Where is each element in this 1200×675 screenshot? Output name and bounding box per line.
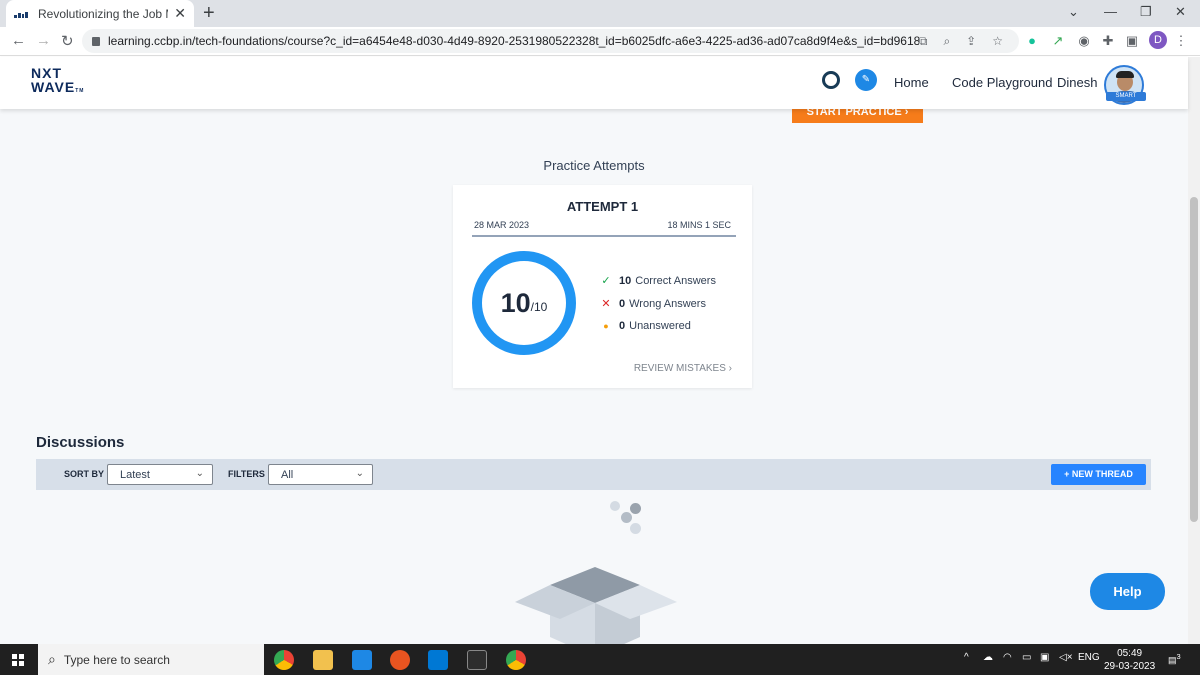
- extensions-puzzle-icon[interactable]: ✚: [1100, 33, 1116, 49]
- nav-home[interactable]: Home: [894, 75, 929, 90]
- attempt-duration: 18 MINS 1 SEC: [667, 220, 731, 230]
- wifi-icon[interactable]: ◠: [1003, 652, 1012, 663]
- review-mistakes-link[interactable]: REVIEW MISTAKES ›: [634, 363, 732, 374]
- lock-icon: [92, 36, 100, 46]
- divider: [472, 235, 736, 237]
- loading-spinner-icon: [608, 499, 648, 539]
- practice-attempts-title: Practice Attempts: [543, 158, 645, 173]
- tray-chevron-icon[interactable]: ^: [964, 652, 969, 663]
- filter-select[interactable]: All ⌄: [268, 464, 373, 485]
- page-scrollbar[interactable]: [1188, 57, 1200, 644]
- correct-answers-row: ✓ 10 Correct Answers: [601, 274, 716, 288]
- attempt-date: 28 MAR 2023: [474, 220, 530, 230]
- discussions-toolbar: SORT BY Latest ⌄ FILTERS All ⌄ + NEW THR…: [36, 459, 1151, 490]
- terminal-icon[interactable]: [467, 650, 487, 670]
- site-favicon-icon: [14, 10, 28, 18]
- discussions-title: Discussions: [36, 434, 125, 451]
- vscode-icon[interactable]: [428, 650, 448, 670]
- browser-profile-avatar[interactable]: D: [1149, 31, 1167, 49]
- cross-icon: ✕: [601, 298, 611, 310]
- share-icon[interactable]: ⇪: [966, 34, 976, 48]
- bookmark-star-icon[interactable]: ☆: [992, 34, 1003, 48]
- browser-menu-icon[interactable]: ⋮: [1173, 33, 1189, 49]
- check-icon: ✓: [601, 275, 611, 287]
- battery-icon[interactable]: ▭: [1022, 652, 1031, 663]
- smart-badge: SMART: [1106, 92, 1146, 101]
- sort-select[interactable]: Latest ⌄: [107, 464, 213, 485]
- user-name[interactable]: Dinesh: [1057, 75, 1097, 90]
- filters-label: FILTERS: [228, 469, 265, 479]
- score-display: 10/10: [500, 287, 548, 318]
- windows-taskbar: ⌕ Type here to search ^ ☁ ◠ ▭ ▣ ◁× ENG 0…: [0, 644, 1200, 675]
- chrome-app-icon[interactable]: [274, 650, 294, 670]
- taskbar-search[interactable]: ⌕ Type here to search: [38, 644, 264, 675]
- url-text[interactable]: learning.ccbp.in/tech-foundations/course…: [108, 34, 919, 48]
- browser-tab-bar: Revolutionizing the Job Market | ✕ + ⌄ —…: [0, 0, 1200, 27]
- zoom-icon[interactable]: ⌕: [943, 34, 950, 49]
- nav-code-playground[interactable]: Code Playground: [952, 75, 1052, 90]
- empty-box-icon: [515, 567, 677, 644]
- file-explorer-icon[interactable]: [313, 650, 333, 670]
- app-header: NXT WAVETM ✎ Home Code Playground Dinesh…: [0, 57, 1188, 109]
- maximize-icon[interactable]: ❐: [1140, 4, 1152, 20]
- grammarly-icon[interactable]: ●: [1024, 33, 1040, 49]
- dot-icon: ●: [603, 321, 609, 331]
- new-tab-icon[interactable]: +: [203, 2, 215, 25]
- chevron-down-icon: ⌄: [195, 468, 204, 479]
- chat-icon[interactable]: ✎: [855, 69, 877, 91]
- minimize-icon[interactable]: —: [1104, 4, 1117, 19]
- help-button[interactable]: Help: [1090, 573, 1165, 610]
- extension-eye-icon[interactable]: ◉: [1076, 33, 1092, 49]
- unanswered-row: ● 0 Unanswered: [600, 320, 691, 332]
- side-panel-icon[interactable]: ▣: [1124, 33, 1140, 49]
- close-tab-icon[interactable]: ✕: [174, 5, 186, 22]
- taskbar-clock[interactable]: 05:49 29-03-2023: [1104, 647, 1155, 673]
- search-icon: ⌕: [48, 651, 56, 667]
- chevron-down-icon: ⌄: [355, 468, 364, 479]
- cloud-icon[interactable]: ☁: [983, 652, 993, 663]
- url-bar[interactable]: learning.ccbp.in/tech-foundations/course…: [82, 29, 1019, 53]
- scrollbar-thumb[interactable]: [1190, 197, 1198, 522]
- main-content: START PRACTICE › Practice Attempts ATTEM…: [0, 109, 1188, 644]
- browser-tab[interactable]: Revolutionizing the Job Market | ✕: [6, 0, 194, 27]
- extension-arrow-icon[interactable]: ↗: [1050, 33, 1066, 49]
- sort-by-label: SORT BY: [64, 469, 105, 479]
- volume-muted-icon[interactable]: ◁×: [1059, 652, 1073, 663]
- network-icon[interactable]: ▣: [1040, 652, 1049, 663]
- start-practice-button[interactable]: START PRACTICE ›: [792, 109, 923, 123]
- attempt-card: ATTEMPT 1 28 MAR 2023 18 MINS 1 SEC 10/1…: [453, 185, 752, 388]
- reload-icon[interactable]: ↻: [61, 32, 74, 50]
- new-thread-button[interactable]: + NEW THREAD: [1051, 464, 1146, 485]
- language-indicator[interactable]: ENG: [1078, 652, 1100, 663]
- attempt-title: ATTEMPT 1: [566, 199, 639, 214]
- app-window-icon[interactable]: [352, 650, 372, 670]
- windows-start-icon[interactable]: [12, 654, 24, 666]
- timer-icon[interactable]: [822, 71, 840, 89]
- notification-icon[interactable]: ▤3: [1168, 652, 1181, 666]
- address-bar-row: ← → ↻ learning.ccbp.in/tech-foundations/…: [0, 27, 1200, 56]
- tab-title: Revolutionizing the Job Market |: [38, 6, 168, 21]
- close-window-icon[interactable]: ✕: [1175, 4, 1186, 20]
- wrong-answers-row: ✕ 0 Wrong Answers: [601, 297, 706, 311]
- nxtwave-logo[interactable]: NXT WAVETM: [31, 66, 84, 98]
- chrome-profile-app-icon[interactable]: [506, 650, 526, 670]
- forward-icon[interactable]: →: [36, 32, 51, 49]
- open-in-new-icon[interactable]: ⧉: [919, 34, 928, 49]
- back-icon[interactable]: ←: [11, 32, 26, 49]
- tab-search-icon[interactable]: ⌄: [1068, 4, 1079, 20]
- ubuntu-icon[interactable]: [390, 650, 410, 670]
